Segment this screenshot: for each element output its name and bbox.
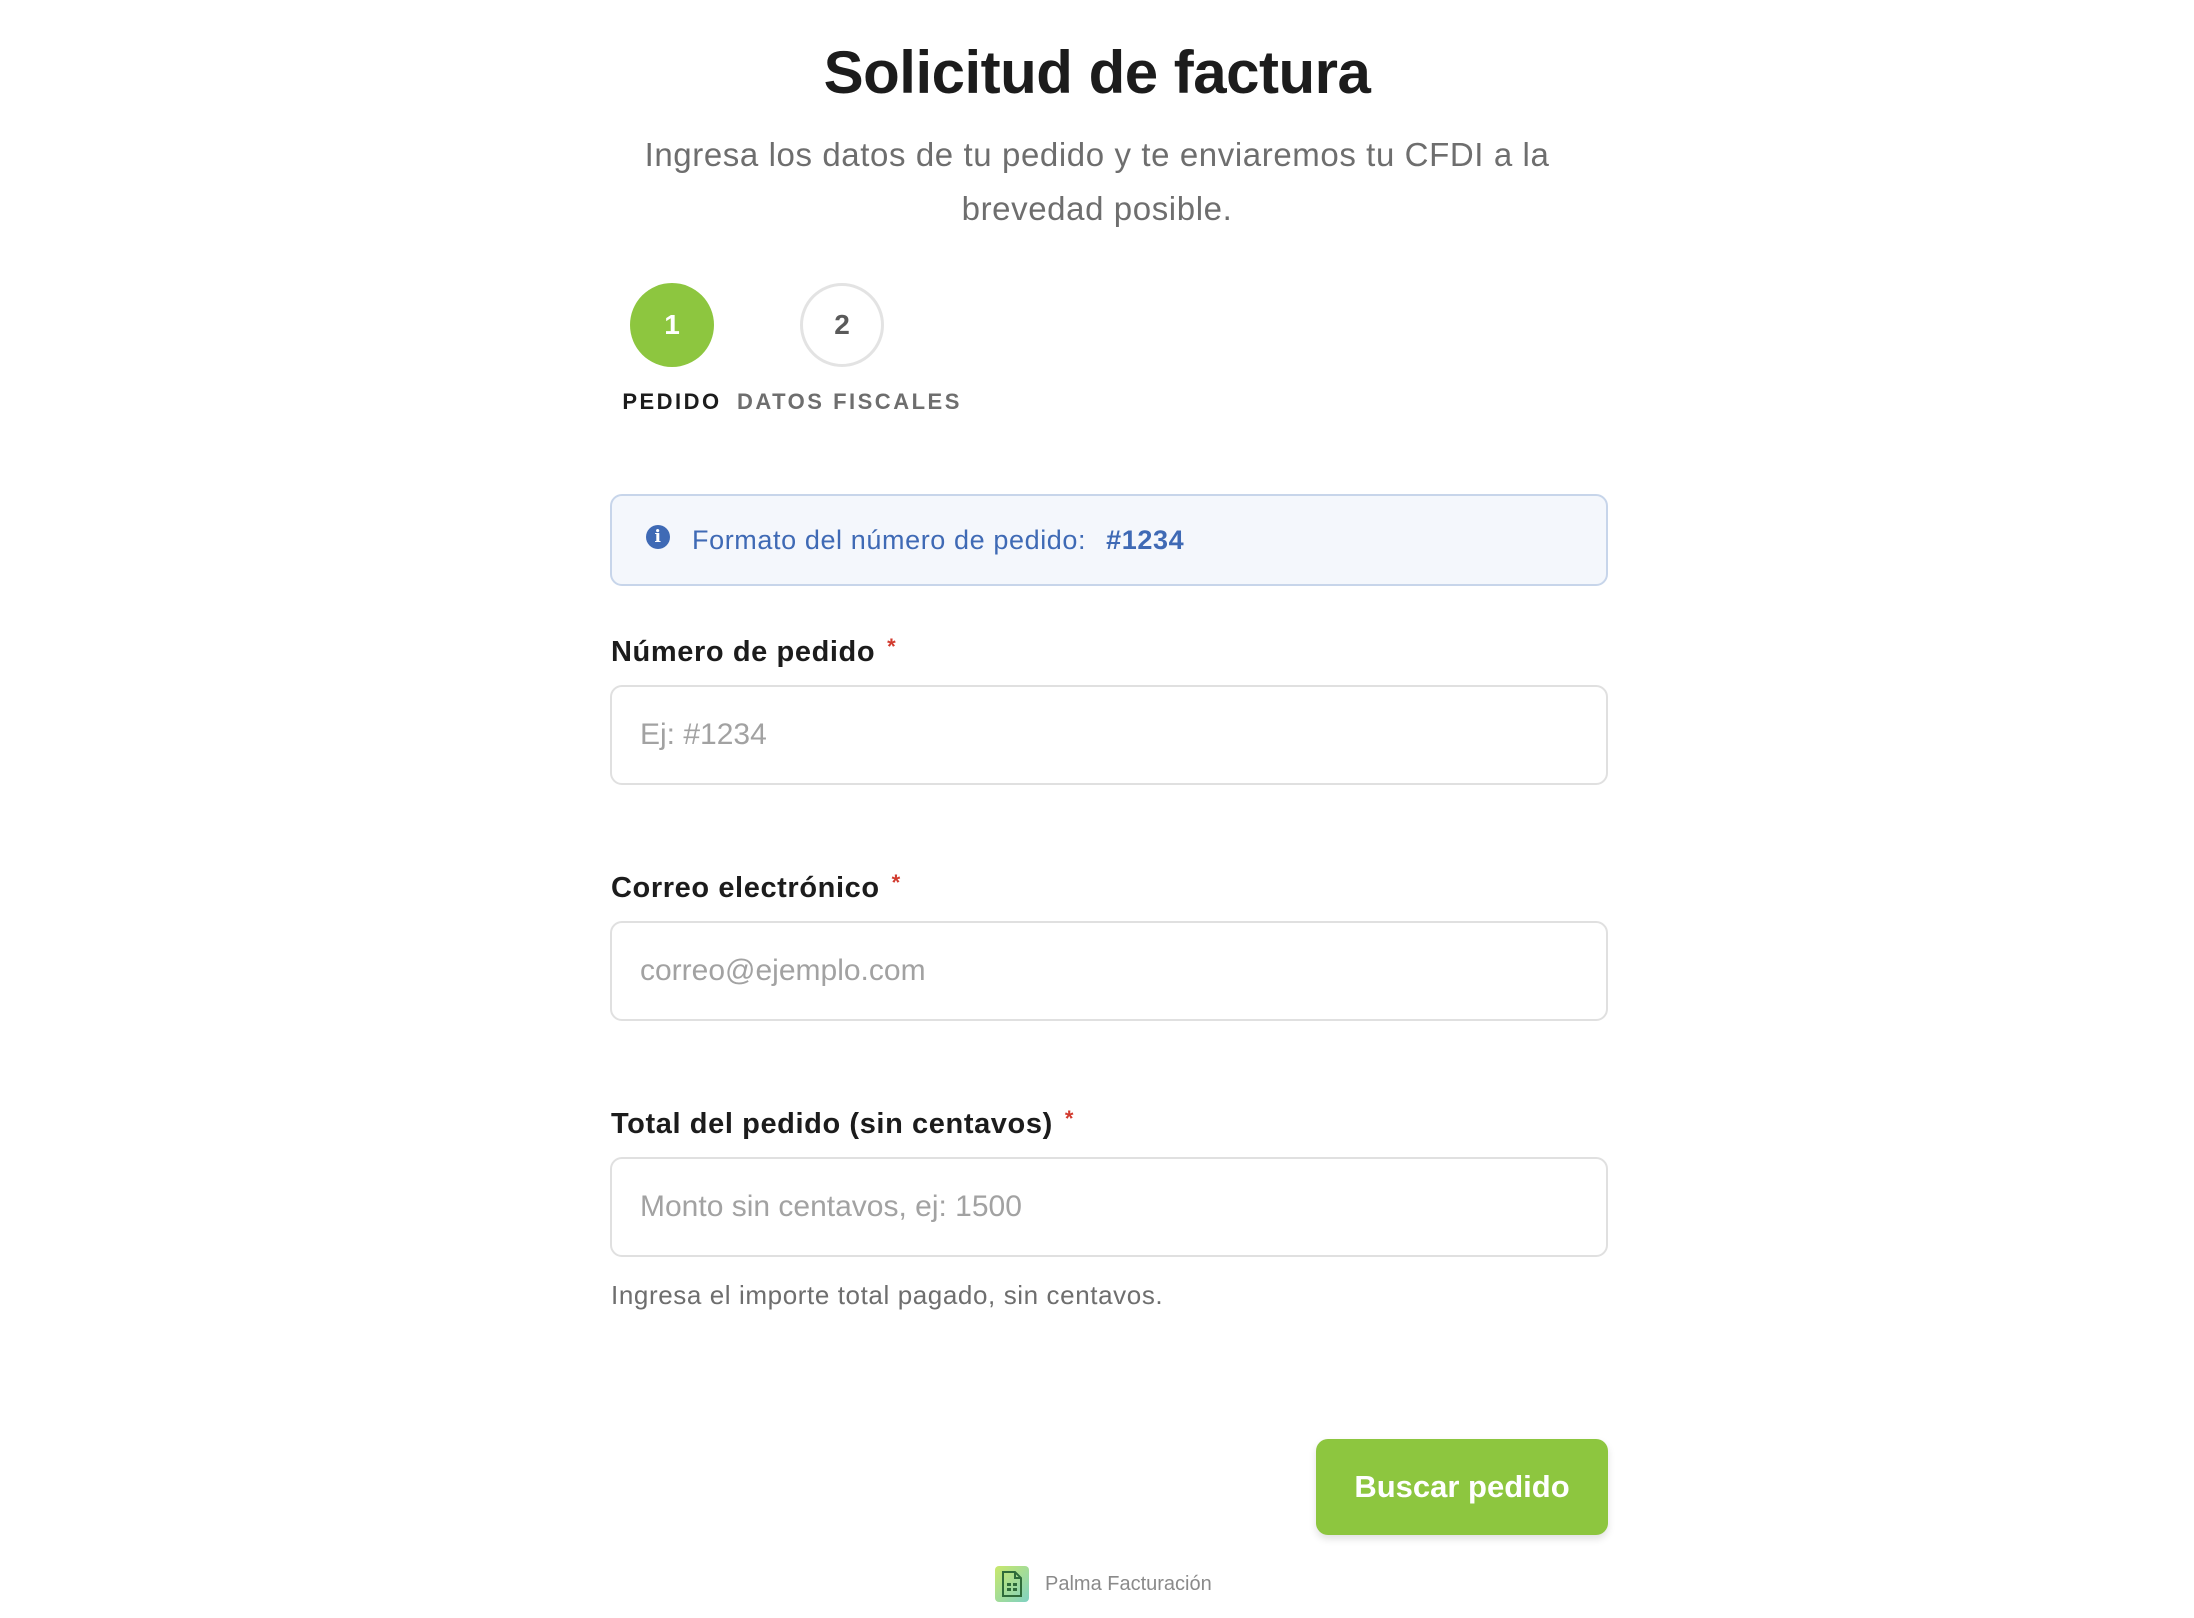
order-number-input[interactable] bbox=[610, 685, 1608, 785]
page-subtitle: Ingresa los datos de tu pedido y te envi… bbox=[644, 136, 1550, 227]
step-1-circle: 1 bbox=[630, 283, 714, 367]
invoice-request-page: Solicitud de factura Ingresa los datos d… bbox=[0, 0, 2194, 1618]
total-input[interactable] bbox=[610, 1157, 1608, 1257]
info-circle-icon: i bbox=[646, 525, 670, 549]
email-label-text: Correo electrónico bbox=[611, 872, 880, 904]
step-pedido: 1 PEDIDO bbox=[612, 283, 732, 415]
step-1-label: PEDIDO bbox=[622, 389, 722, 414]
total-label: Total del pedido (sin centavos) * bbox=[611, 1106, 1075, 1141]
order-format-code: #1234 bbox=[1106, 524, 1185, 555]
required-mark: * bbox=[1064, 1106, 1075, 1131]
required-mark: * bbox=[887, 634, 897, 659]
order-number-label-text: Número de pedido bbox=[611, 636, 876, 668]
stepper: 1 PEDIDO 2 DATOS FISCALES bbox=[612, 283, 962, 423]
order-format-notice: i Formato del número de pedido: #1234 bbox=[610, 494, 1608, 586]
step-datos-fiscales: 2 DATOS FISCALES bbox=[737, 283, 962, 415]
email-input[interactable] bbox=[610, 921, 1608, 1021]
step-2-label: DATOS FISCALES bbox=[737, 389, 962, 414]
spreadsheet-document-icon bbox=[995, 1566, 1029, 1602]
email-label: Correo electrónico * bbox=[611, 870, 901, 905]
total-label-text: Total del pedido (sin centavos) bbox=[611, 1108, 1053, 1140]
order-format-text: Formato del número de pedido: bbox=[692, 524, 1087, 555]
step-2-circle: 2 bbox=[800, 283, 884, 367]
order-number-label: Número de pedido * bbox=[611, 634, 897, 669]
total-helper-text: Ingresa el importe total pagado, sin cen… bbox=[611, 1280, 1164, 1310]
footer-brand: Palma Facturación bbox=[995, 1566, 1212, 1602]
footer-brand-text: Palma Facturación bbox=[1045, 1572, 1212, 1595]
page-title: Solicitud de factura bbox=[823, 39, 1371, 106]
required-mark: * bbox=[891, 870, 901, 895]
search-order-button[interactable]: Buscar pedido bbox=[1316, 1439, 1608, 1535]
